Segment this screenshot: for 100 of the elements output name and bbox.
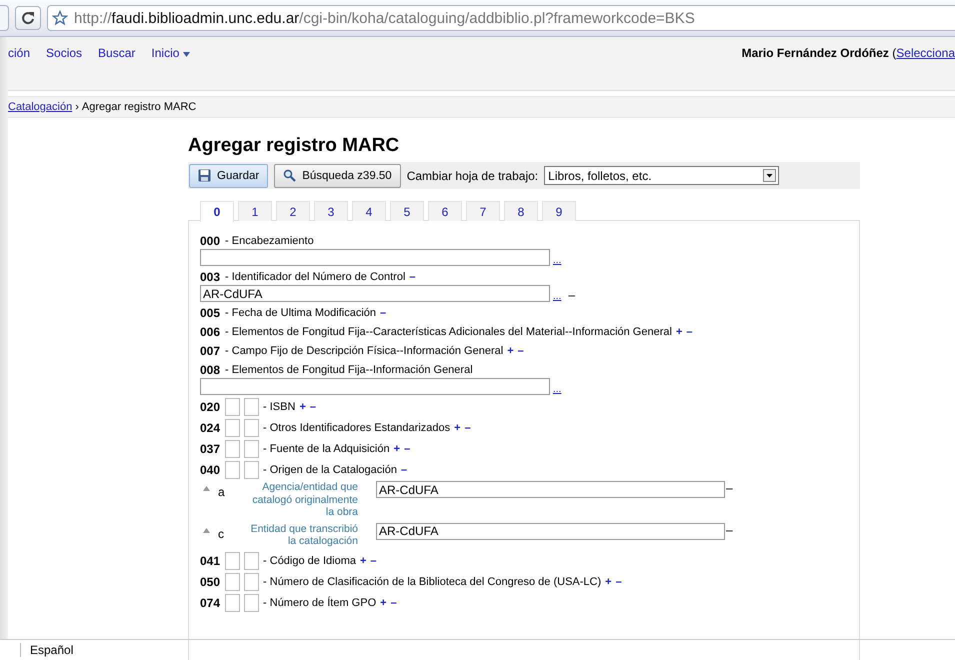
breadcrumb-current: Agregar registro MARC <box>82 101 196 113</box>
address-bar[interactable]: http://faudi.biblioadmin.unc.edu.ar/cgi-bin/koha/cataloguing/addbiblio.pl?frameworkcode=BKS <box>47 5 955 31</box>
field-tag: 007 <box>200 344 220 358</box>
input-field[interactable]: AR-CdUFA <box>376 522 725 540</box>
reload-button[interactable] <box>15 6 41 30</box>
tab[interactable]: 9 <box>542 201 576 221</box>
back-button[interactable] <box>0 5 9 31</box>
field-action-link[interactable]: – <box>404 443 410 455</box>
editor-link[interactable]: ... <box>553 291 562 302</box>
input-field[interactable]: AR-CdUFA <box>376 481 725 498</box>
field-action-link[interactable]: – <box>409 271 416 283</box>
field-action-link[interactable]: – <box>380 307 386 319</box>
field-label: - Código de Idioma <box>263 554 356 566</box>
field-tag: 020 <box>200 400 220 414</box>
field-action-link[interactable]: + <box>380 596 387 608</box>
subfield-code: a <box>218 484 226 499</box>
indicator-field[interactable] <box>225 594 240 612</box>
field-action-link[interactable]: + <box>360 554 366 566</box>
field-action-link[interactable]: – <box>464 422 471 434</box>
field-label: - Identificador del Número de Control <box>225 271 406 283</box>
field-tag: 074 <box>200 596 220 610</box>
collapse-arrow-icon[interactable] <box>203 528 210 532</box>
reload-icon <box>21 11 35 25</box>
field-tag: 024 <box>200 421 220 435</box>
nav-link[interactable]: Inicio <box>151 46 190 60</box>
field-tag: 050 <box>200 574 220 588</box>
field-action-link[interactable]: – <box>518 345 524 357</box>
select-library-link[interactable]: Selecciona <box>896 46 955 60</box>
editor-link[interactable]: ... <box>553 255 562 266</box>
field-action-link[interactable]: + <box>394 443 400 455</box>
search-icon <box>283 169 296 182</box>
tab[interactable]: 3 <box>314 201 348 221</box>
field-action-link[interactable]: + <box>676 326 682 338</box>
remove-link[interactable]: – <box>726 522 733 536</box>
field-action-link[interactable]: + <box>507 345 514 357</box>
indicator-field[interactable] <box>244 419 260 437</box>
remove-link[interactable]: – <box>726 481 733 495</box>
indicator-field[interactable] <box>244 398 260 416</box>
editor-link[interactable]: ... <box>553 384 562 395</box>
field-label: - Origen de la Catalogación <box>263 464 397 476</box>
nav-link[interactable]: Socios <box>46 46 82 60</box>
input-field[interactable] <box>200 378 550 395</box>
indicator-field[interactable] <box>225 419 240 437</box>
field-action-link[interactable]: – <box>616 576 622 588</box>
field-action-link[interactable]: + <box>454 422 461 434</box>
nav-link[interactable]: ción <box>8 46 30 60</box>
subfield-label: Agencia/entidad que catalogó originalmente la obra <box>251 481 358 518</box>
field-tag: 040 <box>200 463 220 477</box>
field-action-link[interactable]: – <box>370 554 377 566</box>
field-label: - Número de Clasificación de la Biblioteca del Congreso de (USA-LC) <box>263 576 602 588</box>
field-tag: 041 <box>200 554 220 568</box>
field-label: - Elementos de Fongitud Fija--Características Adicionales del Material--Información General <box>225 326 672 338</box>
tab[interactable]: 6 <box>428 201 462 221</box>
framework-select[interactable]: Libros, folletos, etc. <box>544 166 780 185</box>
indicator-field[interactable] <box>244 594 260 612</box>
breadcrumb-link[interactable]: Catalogación <box>8 101 72 113</box>
field-tag: 037 <box>200 442 220 456</box>
input-field[interactable]: AR-CdUFA <box>200 285 550 302</box>
indicator-field[interactable] <box>225 572 240 590</box>
indicator-field[interactable] <box>225 552 240 570</box>
tab[interactable]: 5 <box>390 201 424 221</box>
indicator-field[interactable] <box>244 440 260 458</box>
input-field[interactable] <box>200 249 550 266</box>
subfield-code: c <box>218 526 225 540</box>
star-icon[interactable] <box>52 10 68 26</box>
remove-link[interactable]: – <box>568 288 576 302</box>
field-label: - Encabezamiento <box>225 235 314 247</box>
save-button[interactable]: Guardar <box>189 164 268 188</box>
field-action-link[interactable]: – <box>400 464 408 476</box>
field-action-link[interactable]: – <box>310 401 316 413</box>
field-label: - Fuente de la Adquisición <box>263 443 390 455</box>
nav-link[interactable]: Buscar <box>98 46 136 60</box>
indicator-field[interactable] <box>225 461 240 479</box>
framework-label: Cambiar hoja de trabajo: <box>406 168 538 182</box>
indicator-field[interactable] <box>225 440 240 458</box>
field-action-link[interactable]: – <box>686 326 693 338</box>
tab[interactable]: 0 <box>200 201 234 222</box>
subfield-label: Entidad que transcribió la catalogación <box>250 522 358 548</box>
language-link[interactable]: Español <box>20 643 74 657</box>
tab[interactable]: 4 <box>352 201 386 221</box>
field-label: - Otros Identificadores Estandarizados <box>263 422 450 434</box>
z3950-search-button[interactable]: Búsqueda z39.50 <box>274 164 401 188</box>
tab[interactable]: 2 <box>276 201 310 221</box>
indicator-field[interactable] <box>244 552 260 570</box>
indicator-field[interactable] <box>244 461 260 479</box>
field-action-link[interactable]: – <box>390 596 397 608</box>
field-tag: 000 <box>200 234 220 248</box>
field-label: - Número de Ítem GPO <box>263 596 376 608</box>
tab[interactable]: 1 <box>238 201 272 221</box>
field-action-link[interactable]: + <box>299 401 306 413</box>
tab[interactable]: 8 <box>504 201 538 221</box>
indicator-field[interactable] <box>225 398 240 416</box>
indicator-field[interactable] <box>244 572 260 590</box>
breadcrumb-separator: › <box>75 101 79 113</box>
field-action-link[interactable]: + <box>605 576 612 588</box>
field-tag: 003 <box>200 270 220 284</box>
tab[interactable]: 7 <box>466 201 500 221</box>
field-tag: 005 <box>200 306 220 320</box>
field-label: - Fecha de Ultima Modificación <box>225 307 376 319</box>
collapse-arrow-icon[interactable] <box>203 486 210 491</box>
